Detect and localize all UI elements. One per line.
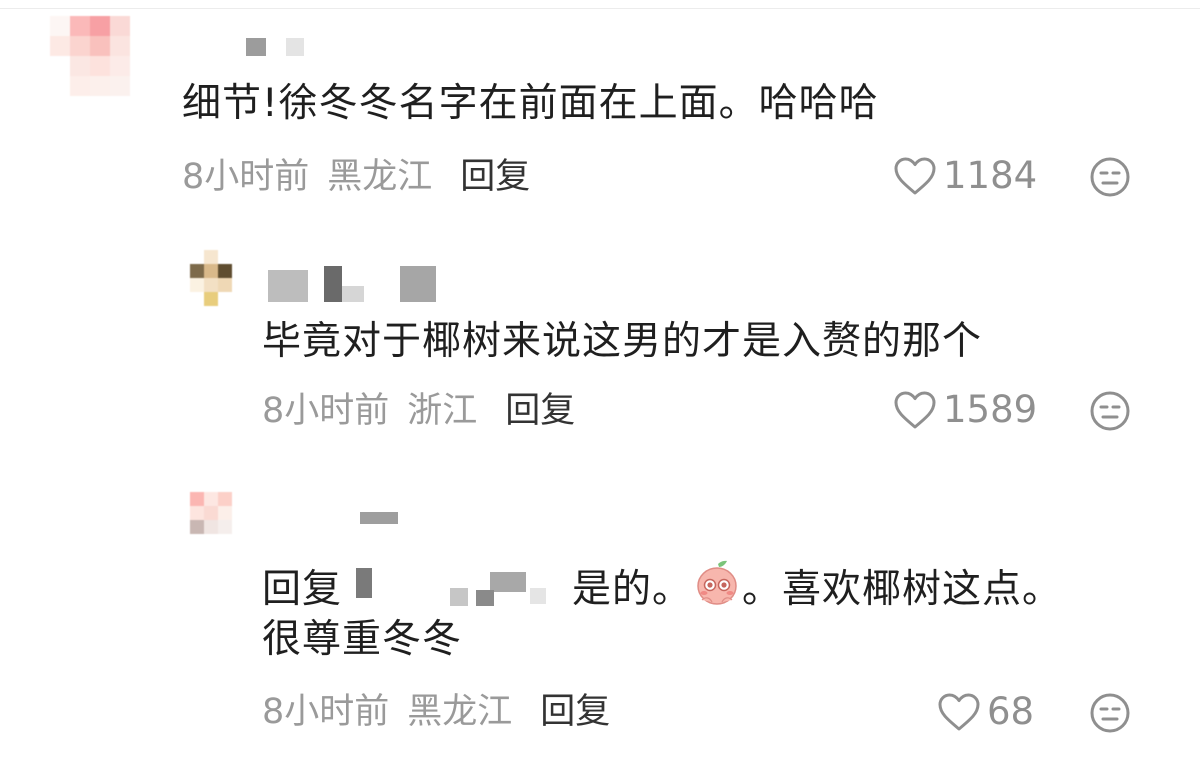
divider: [0, 8, 1200, 9]
comment-text-part: 是的。: [572, 567, 693, 612]
like-button[interactable]: 1184: [893, 154, 1037, 197]
reply-button[interactable]: 回复: [460, 157, 530, 197]
dislike-face-icon[interactable]: [1089, 692, 1131, 734]
dislike-face-icon[interactable]: [1089, 390, 1131, 432]
comment-meta: 8小时前 浙江 回复: [262, 389, 575, 433]
like-count: 68: [987, 690, 1035, 733]
avatar[interactable]: [190, 250, 246, 306]
avatar[interactable]: [50, 16, 150, 116]
comment-location: 黑龙江: [407, 692, 513, 732]
comment-location: 浙江: [407, 391, 478, 431]
like-count: 1589: [943, 388, 1038, 431]
username[interactable]: [268, 266, 438, 306]
heart-icon: [938, 693, 980, 730]
comment-location: 黑龙江: [327, 157, 433, 197]
like-button[interactable]: 1589: [893, 388, 1037, 431]
heart-icon: [894, 391, 936, 428]
reply-button[interactable]: 回复: [540, 692, 610, 732]
mentioned-username[interactable]: [342, 558, 572, 606]
dislike-face-icon[interactable]: [1089, 156, 1131, 198]
reply-button[interactable]: 回复: [505, 391, 575, 431]
reply-prefix: 回复: [262, 567, 343, 612]
username[interactable]: [360, 512, 400, 526]
comment-time: 8小时前: [262, 391, 390, 431]
comment-time: 8小时前: [262, 692, 390, 732]
comment-text-part: 。喜欢椰树这点。: [742, 567, 1063, 612]
comment-text: 毕竟对于椰树来说这男的才是入赘的那个: [262, 319, 983, 364]
comment-meta: 8小时前 黑龙江 回复: [262, 690, 610, 734]
comment-text: 回复 是的。 。喜欢椰树这点。: [262, 558, 1062, 614]
comment-text: 细节!徐冬冬名字在前面在上面。哈哈哈: [182, 81, 879, 126]
peach-face-sticker-icon: [697, 560, 737, 605]
comment-time: 8小时前: [182, 157, 310, 197]
heart-icon: [894, 157, 936, 194]
like-count: 1184: [943, 154, 1038, 197]
comment-meta: 8小时前 黑龙江 回复: [182, 155, 530, 199]
username[interactable]: [246, 38, 306, 58]
avatar[interactable]: [190, 492, 246, 548]
comment-list: 细节!徐冬冬名字在前面在上面。哈哈哈 8小时前 黑龙江 回复 1184 毕竟对于…: [0, 0, 1200, 759]
comment-text-line2: 很尊重冬冬: [262, 617, 463, 662]
like-button[interactable]: 68: [937, 690, 1034, 733]
